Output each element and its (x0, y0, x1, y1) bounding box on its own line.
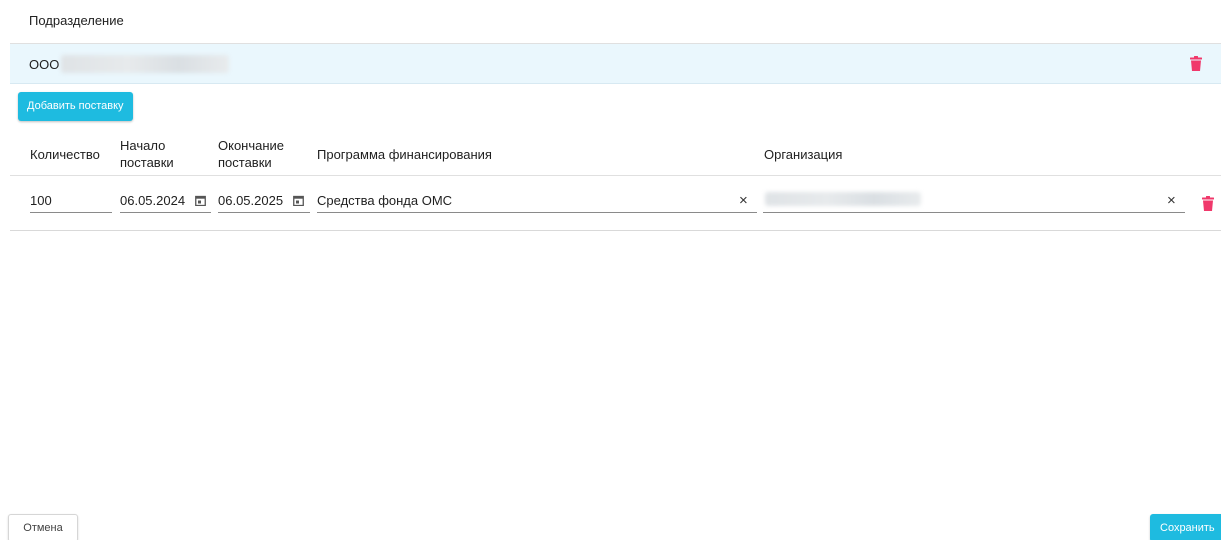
clear-organization-close-icon[interactable]: × (1167, 192, 1176, 210)
row-divider (10, 230, 1221, 231)
column-header-start: Начало поставки (120, 137, 174, 171)
start-date-input[interactable]: 06.05.2024 (120, 190, 211, 213)
funding-program-select[interactable]: Средства фонда ОМС × (317, 190, 757, 213)
section-header: Подразделение (10, 0, 1221, 44)
column-header-quantity: Количество (30, 147, 100, 162)
organization-select[interactable]: × (763, 190, 1185, 213)
delete-supply-trash-icon[interactable] (1202, 196, 1214, 211)
calendar-icon[interactable] (195, 195, 206, 206)
supply-form: Подразделение ООО Добавить поставку Коли… (0, 0, 1221, 540)
cancel-button[interactable]: Отмена (8, 514, 78, 540)
delete-division-trash-icon[interactable] (1190, 56, 1202, 71)
add-supply-button[interactable]: Добавить поставку (18, 92, 133, 121)
column-header-end-line2: поставки (218, 155, 272, 170)
funding-program-value: Средства фонда ОМС (317, 193, 453, 208)
save-button[interactable]: Сохранить (1150, 514, 1221, 540)
section-title: Подразделение (29, 13, 124, 28)
calendar-icon[interactable] (293, 195, 304, 206)
division-name-redacted (61, 55, 229, 73)
division-row[interactable]: ООО (10, 44, 1221, 84)
column-header-start-line1: Начало (120, 138, 166, 153)
division-name: ООО (29, 57, 60, 72)
quantity-value: 100 (30, 193, 52, 208)
column-header-end-line1: Окончание (218, 138, 285, 153)
column-header-start-line2: поставки (120, 155, 174, 170)
organization-value-redacted (765, 192, 921, 206)
start-date-value: 06.05.2024 (120, 193, 186, 208)
column-header-end: Окончание поставки (218, 137, 284, 171)
clear-program-close-icon[interactable]: × (739, 192, 748, 210)
header-divider (10, 175, 1221, 176)
column-header-organization: Организация (764, 147, 843, 162)
column-header-program: Программа финансирования (317, 147, 492, 162)
end-date-input[interactable]: 06.05.2025 (218, 190, 310, 213)
end-date-value: 06.05.2025 (218, 193, 284, 208)
quantity-input[interactable]: 100 (30, 190, 112, 213)
